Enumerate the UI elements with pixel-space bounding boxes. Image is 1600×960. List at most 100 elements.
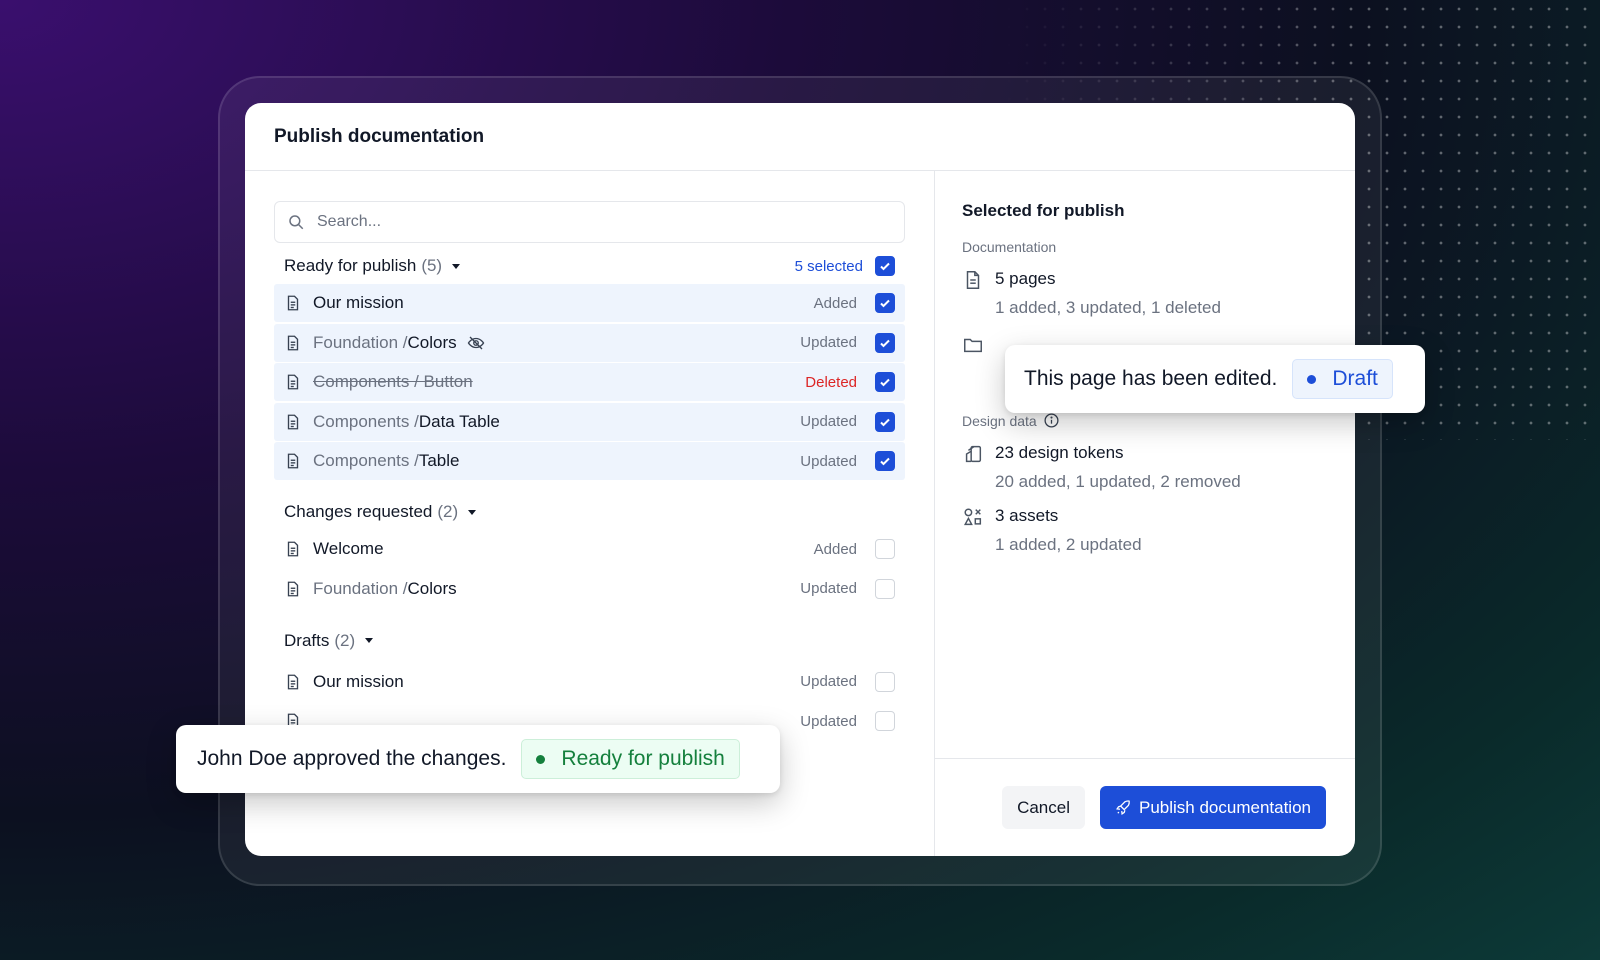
- group-drafts-header[interactable]: Drafts (2): [274, 623, 905, 659]
- item-checkbox[interactable]: [875, 372, 895, 392]
- summary-assets: 3 assets 1 added, 2 updated: [962, 506, 1328, 555]
- group-ready-count: (5): [421, 256, 443, 275]
- item-name: Data Table: [418, 411, 500, 431]
- check-icon: [880, 339, 890, 347]
- summary-pages: 5 pages 1 added, 3 updated, 1 deleted: [962, 269, 1328, 318]
- group-ready-header[interactable]: Ready for publish (5) 5 selected: [274, 248, 905, 284]
- document-icon: [966, 271, 980, 289]
- item-name: Colors: [407, 332, 457, 352]
- summary-tokens: 23 design tokens 20 added, 1 updated, 2 …: [962, 443, 1328, 492]
- list-item[interactable]: Welcome Added: [274, 530, 905, 568]
- list-item[interactable]: Components / Data Table Updated: [274, 402, 905, 441]
- item-status: Updated: [800, 334, 857, 351]
- documentation-label: Documentation: [962, 239, 1057, 255]
- info-icon[interactable]: [1043, 412, 1060, 429]
- item-checkbox[interactable]: [875, 578, 895, 599]
- publish-button-label: Publish documentation: [1138, 797, 1311, 817]
- pages-detail: 1 added, 3 updated, 1 deleted: [995, 298, 1221, 317]
- item-status: Added: [813, 294, 857, 312]
- approval-message: John Doe approved the changes.: [197, 747, 506, 771]
- item-status: Deleted: [805, 373, 857, 391]
- caret-down-icon[interactable]: [365, 638, 374, 643]
- item-checkbox[interactable]: [875, 451, 895, 471]
- summary-title: Selected for publish: [962, 201, 1125, 220]
- item-status: Updated: [800, 712, 857, 730]
- check-icon: [880, 418, 890, 426]
- group-changes-header[interactable]: Changes requested (2): [274, 494, 905, 530]
- search-icon: [289, 215, 304, 230]
- design-tokens-icon: [965, 445, 982, 463]
- check-icon: [880, 457, 890, 466]
- status-badge-label: Draft: [1332, 367, 1378, 390]
- tokens-detail: 20 added, 1 updated, 2 removed: [995, 472, 1241, 491]
- status-badge-label: Ready for publish: [561, 747, 725, 770]
- group-drafts-count: (2): [334, 630, 356, 650]
- group-drafts-label: Drafts: [284, 630, 330, 650]
- item-checkbox[interactable]: [875, 671, 895, 692]
- item-status: Added: [813, 540, 857, 558]
- list-item[interactable]: Our mission Updated: [274, 663, 905, 701]
- assets-detail: 1 added, 2 updated: [995, 535, 1142, 554]
- caret-down-icon[interactable]: [468, 509, 477, 515]
- item-name: Colors: [407, 578, 457, 598]
- eye-off-icon: [467, 336, 484, 349]
- status-badge: Draft: [1292, 359, 1393, 399]
- list-item[interactable]: Components / Button Deleted: [274, 363, 905, 401]
- status-dot: [1307, 374, 1317, 384]
- cancel-button[interactable]: Cancel: [1002, 786, 1085, 829]
- document-icon: [287, 374, 299, 390]
- caret-down-icon[interactable]: [452, 263, 461, 269]
- list-item[interactable]: Our mission Added: [274, 284, 905, 322]
- design-data-label: Design data: [962, 412, 1328, 429]
- item-checkbox[interactable]: [875, 539, 895, 559]
- document-icon: [287, 414, 299, 429]
- list-item[interactable]: Components / Table Updated: [274, 442, 905, 480]
- edited-message: This page has been edited.: [1024, 367, 1278, 390]
- item-name: Our mission: [313, 671, 404, 691]
- group-changes-count: (2): [437, 502, 459, 521]
- list-item[interactable]: Foundation / Colors Updated: [274, 323, 905, 362]
- list-item[interactable]: Foundation / Colors Updated: [274, 570, 905, 608]
- modal-title: Publish documentation: [274, 125, 485, 147]
- item-path: Foundation /: [313, 578, 408, 598]
- item-status: Updated: [800, 452, 857, 470]
- group-ready-label: Ready for publish: [284, 256, 417, 275]
- summary-panel: Selected for publish Documentation 5 pag…: [934, 171, 1355, 856]
- item-name: Table: [418, 451, 460, 470]
- check-icon: [880, 299, 890, 308]
- item-name: Components / Button: [313, 372, 473, 391]
- document-icon: [287, 674, 299, 689]
- item-name: Our mission: [313, 293, 404, 312]
- folder-icon: [964, 338, 982, 353]
- document-icon: [287, 335, 299, 350]
- selected-count: 5 selected: [794, 257, 863, 275]
- assets-icon: [963, 508, 982, 526]
- search-input[interactable]: [317, 213, 857, 231]
- check-icon: [880, 262, 890, 271]
- design-data-text: Design data: [962, 412, 1037, 429]
- document-icon: [287, 453, 299, 469]
- publish-button[interactable]: Publish documentation: [1099, 786, 1326, 829]
- item-path: Components /: [313, 411, 419, 431]
- item-name: Welcome: [313, 539, 384, 558]
- status-badge: Ready for publish: [521, 739, 740, 779]
- document-icon: [287, 581, 299, 596]
- document-icon: [287, 295, 299, 311]
- tokens-title: 23 design tokens: [995, 443, 1124, 462]
- assets-title: 3 assets: [995, 506, 1059, 525]
- document-icon: [287, 541, 299, 557]
- approval-toast: John Doe approved the changes. Ready for…: [176, 725, 780, 793]
- item-status: Updated: [800, 673, 857, 690]
- item-checkbox[interactable]: [875, 411, 895, 432]
- item-path: Components /: [313, 451, 419, 470]
- item-checkbox[interactable]: [875, 332, 895, 353]
- edited-toast: This page has been edited. Draft: [1005, 345, 1425, 413]
- search-box[interactable]: [274, 201, 905, 243]
- approval-text: approved the changes.: [286, 747, 507, 770]
- item-checkbox[interactable]: [875, 293, 895, 313]
- select-all-checkbox[interactable]: [875, 256, 895, 276]
- user-name: John Doe: [197, 747, 287, 770]
- check-icon: [880, 378, 890, 387]
- item-checkbox[interactable]: [875, 711, 895, 731]
- item-status: Updated: [800, 413, 857, 430]
